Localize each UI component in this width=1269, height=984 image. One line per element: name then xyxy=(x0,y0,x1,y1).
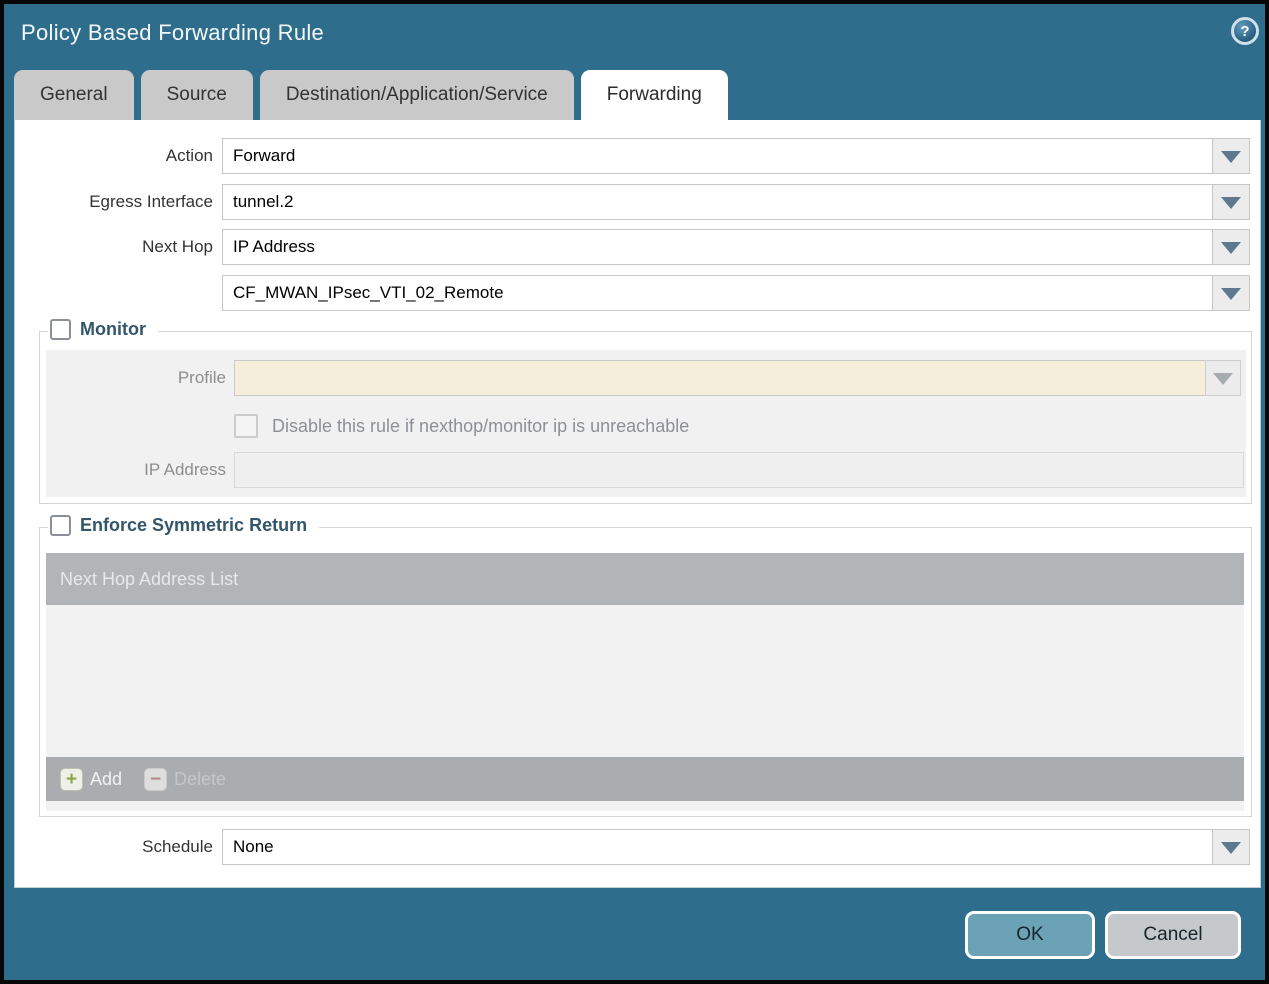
dialog-title: Policy Based Forwarding Rule xyxy=(21,20,325,45)
monitor-ip-address-label: IP Address xyxy=(144,460,226,479)
next-hop-address-list-body[interactable] xyxy=(46,605,1244,757)
cancel-button[interactable]: Cancel xyxy=(1105,911,1241,959)
schedule-select[interactable]: None xyxy=(222,829,1213,865)
dialog-window: Policy Based Forwarding Rule ? General S… xyxy=(0,0,1269,984)
minus-icon: − xyxy=(144,767,168,791)
next-hop-address-list-table: Next Hop Address List + Add − Delete xyxy=(46,553,1244,811)
chevron-down-icon xyxy=(1213,373,1233,385)
egress-interface-dropdown-button[interactable] xyxy=(1212,184,1250,220)
action-dropdown-button[interactable] xyxy=(1212,138,1250,174)
tab-general[interactable]: General xyxy=(14,70,134,120)
next-hop-type-select[interactable]: IP Address xyxy=(222,229,1213,265)
symmetric-return-legend: Enforce Symmetric Return xyxy=(48,515,320,536)
enforce-symmetric-return-checkbox[interactable] xyxy=(50,515,71,536)
profile-label: Profile xyxy=(177,368,226,387)
monitor-ip-address-input[interactable] xyxy=(234,452,1244,488)
monitor-checkbox[interactable] xyxy=(50,319,71,340)
delete-button-label: Delete xyxy=(174,768,227,789)
next-hop-address-select[interactable]: CF_MWAN_IPsec_VTI_02_Remote xyxy=(222,275,1213,311)
forwarding-tab-panel: Action Forward Egress Interface tunnel.2… xyxy=(14,120,1261,888)
monitor-profile-select[interactable] xyxy=(234,360,1206,396)
egress-interface-label: Egress Interface xyxy=(89,192,213,211)
action-label: Action xyxy=(165,146,213,165)
add-button[interactable]: + Add xyxy=(60,767,123,791)
next-hop-dropdown-button[interactable] xyxy=(1212,229,1250,265)
add-button-label: Add xyxy=(90,768,123,789)
next-hop-address-dropdown-button[interactable] xyxy=(1212,275,1250,311)
ok-button[interactable]: OK xyxy=(965,911,1095,959)
tab-source[interactable]: Source xyxy=(140,70,253,120)
monitor-legend-label: Monitor xyxy=(80,319,146,339)
next-hop-address-list-header: Next Hop Address List xyxy=(46,553,1244,605)
plus-icon: + xyxy=(60,767,83,791)
help-icon[interactable]: ? xyxy=(1231,17,1259,45)
schedule-dropdown-button[interactable] xyxy=(1212,829,1250,865)
action-select[interactable]: Forward xyxy=(222,138,1213,174)
disable-rule-label: Disable this rule if nexthop/monitor ip … xyxy=(272,416,690,436)
chevron-down-icon xyxy=(1221,197,1241,209)
chevron-down-icon xyxy=(1221,151,1241,163)
chevron-down-icon xyxy=(1221,842,1241,854)
symmetric-return-legend-label: Enforce Symmetric Return xyxy=(80,515,308,535)
table-bottom-strip xyxy=(46,801,1244,811)
disable-rule-checkbox[interactable] xyxy=(234,414,258,438)
next-hop-label: Next Hop xyxy=(142,237,213,256)
delete-button[interactable]: − Delete xyxy=(144,767,227,791)
monitor-profile-dropdown-button[interactable] xyxy=(1205,360,1241,396)
tab-destination-application-service[interactable]: Destination/Application/Service xyxy=(259,70,574,120)
next-hop-address-list-toolbar: + Add − Delete xyxy=(46,757,1244,801)
monitor-section: Monitor Profile Disable this rule if nex… xyxy=(39,319,1252,504)
tab-bar: General Source Destination/Application/S… xyxy=(14,70,728,120)
chevron-down-icon xyxy=(1221,288,1241,300)
schedule-label: Schedule xyxy=(142,837,213,856)
dialog-frame: Policy Based Forwarding Rule ? General S… xyxy=(4,4,1265,980)
tab-forwarding[interactable]: Forwarding xyxy=(580,70,728,120)
chevron-down-icon xyxy=(1221,242,1241,254)
egress-interface-select[interactable]: tunnel.2 xyxy=(222,184,1213,220)
monitor-legend: Monitor xyxy=(48,319,158,340)
symmetric-return-section: Enforce Symmetric Return Next Hop Addres… xyxy=(39,515,1252,817)
